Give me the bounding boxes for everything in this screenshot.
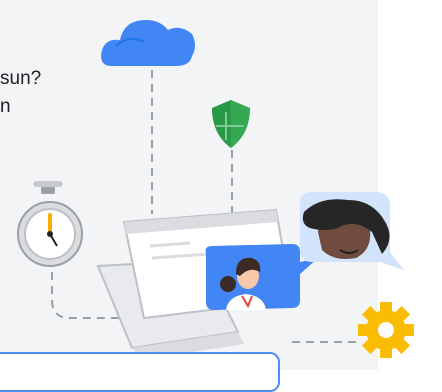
message-input[interactable]	[0, 352, 280, 392]
stopwatch-icon	[17, 181, 83, 267]
gear-icon	[358, 302, 414, 358]
cloud-icon	[101, 20, 195, 66]
shield-icon	[212, 100, 250, 148]
support-illustration	[17, 20, 414, 360]
person-avatar-icon-2	[300, 192, 404, 270]
